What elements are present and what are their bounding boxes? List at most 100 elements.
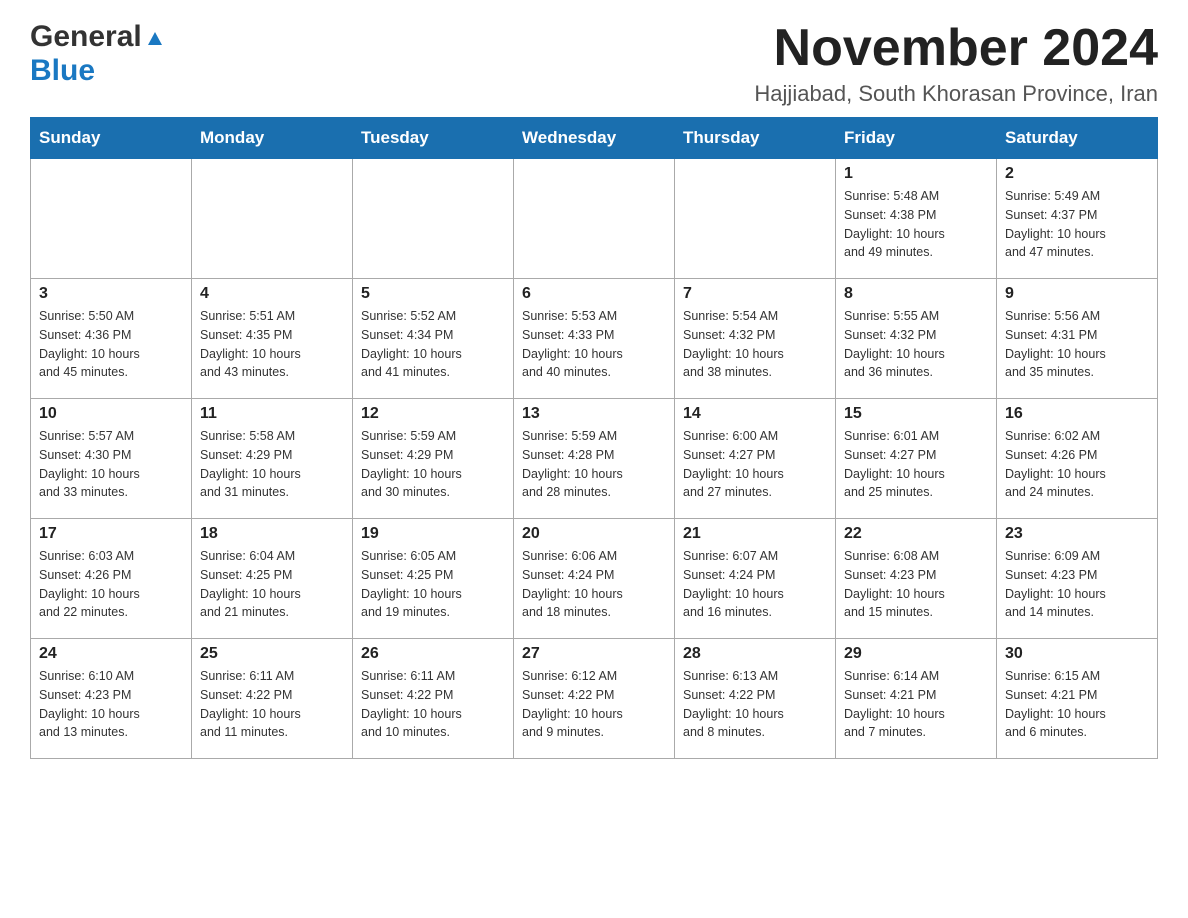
- day-number: 29: [844, 645, 988, 663]
- day-number: 4: [200, 285, 344, 303]
- day-info: Sunrise: 5:48 AM Sunset: 4:38 PM Dayligh…: [844, 187, 988, 262]
- day-info: Sunrise: 6:05 AM Sunset: 4:25 PM Dayligh…: [361, 547, 505, 622]
- day-info: Sunrise: 6:12 AM Sunset: 4:22 PM Dayligh…: [522, 667, 666, 742]
- day-info: Sunrise: 6:04 AM Sunset: 4:25 PM Dayligh…: [200, 547, 344, 622]
- day-number: 8: [844, 285, 988, 303]
- day-info: Sunrise: 6:01 AM Sunset: 4:27 PM Dayligh…: [844, 427, 988, 502]
- calendar-cell: 27 Sunrise: 6:12 AM Sunset: 4:22 PM Dayli…: [514, 639, 675, 759]
- day-info: Sunrise: 6:09 AM Sunset: 4:23 PM Dayligh…: [1005, 547, 1149, 622]
- col-friday: Friday: [836, 118, 997, 159]
- calendar-week-row: 3Sunrise: 5:50 AM Sunset: 4:36 PM Daylig…: [31, 279, 1158, 399]
- day-info: Sunrise: 5:59 AM Sunset: 4:28 PM Dayligh…: [522, 427, 666, 502]
- day-info: Sunrise: 5:57 AM Sunset: 4:30 PM Dayligh…: [39, 427, 183, 502]
- day-number: 20: [522, 525, 666, 543]
- calendar-cell: 13 Sunrise: 5:59 AM Sunset: 4:28 PM Dayli…: [514, 399, 675, 519]
- day-info: Sunrise: 5:56 AM Sunset: 4:31 PM Dayligh…: [1005, 307, 1149, 382]
- calendar-cell: 25Sunrise: 6:11 AM Sunset: 4:22 PM Dayli…: [192, 639, 353, 759]
- day-number: 16: [1005, 405, 1149, 423]
- day-info: Sunrise: 5:55 AM Sunset: 4:32 PM Dayligh…: [844, 307, 988, 382]
- calendar-cell: 24Sunrise: 6:10 AM Sunset: 4:23 PM Dayli…: [31, 639, 192, 759]
- calendar-cell: 6Sunrise: 5:53 AM Sunset: 4:33 PM Daylig…: [514, 279, 675, 399]
- calendar-week-row: 24Sunrise: 6:10 AM Sunset: 4:23 PM Dayli…: [31, 639, 1158, 759]
- day-number: 12: [361, 405, 505, 423]
- day-number: 3: [39, 285, 183, 303]
- calendar-cell: 23 Sunrise: 6:09 AM Sunset: 4:23 PM Dayli…: [997, 519, 1158, 639]
- calendar-cell: 18 Sunrise: 6:04 AM Sunset: 4:25 PM Dayli…: [192, 519, 353, 639]
- day-info: Sunrise: 5:49 AM Sunset: 4:37 PM Dayligh…: [1005, 187, 1149, 262]
- calendar-cell: 30 Sunrise: 6:15 AM Sunset: 4:21 PM Dayli…: [997, 639, 1158, 759]
- calendar-cell: 12 Sunrise: 5:59 AM Sunset: 4:29 PM Dayli…: [353, 399, 514, 519]
- day-number: 10: [39, 405, 183, 423]
- col-saturday: Saturday: [997, 118, 1158, 159]
- day-number: 21: [683, 525, 827, 543]
- calendar-cell: 26Sunrise: 6:11 AM Sunset: 4:22 PM Dayli…: [353, 639, 514, 759]
- header-row: Sunday Monday Tuesday Wednesday Thursday…: [31, 118, 1158, 159]
- day-number: 19: [361, 525, 505, 543]
- day-info: Sunrise: 6:06 AM Sunset: 4:24 PM Dayligh…: [522, 547, 666, 622]
- col-sunday: Sunday: [31, 118, 192, 159]
- col-thursday: Thursday: [675, 118, 836, 159]
- calendar-cell: 14Sunrise: 6:00 AM Sunset: 4:27 PM Dayli…: [675, 399, 836, 519]
- day-info: Sunrise: 5:53 AM Sunset: 4:33 PM Dayligh…: [522, 307, 666, 382]
- month-title: November 2024: [754, 20, 1158, 77]
- col-wednesday: Wednesday: [514, 118, 675, 159]
- logo: General Blue: [30, 20, 166, 88]
- day-number: 24: [39, 645, 183, 663]
- day-info: Sunrise: 5:58 AM Sunset: 4:29 PM Dayligh…: [200, 427, 344, 502]
- day-info: Sunrise: 5:51 AM Sunset: 4:35 PM Dayligh…: [200, 307, 344, 382]
- day-number: 5: [361, 285, 505, 303]
- col-monday: Monday: [192, 118, 353, 159]
- col-tuesday: Tuesday: [353, 118, 514, 159]
- day-number: 23: [1005, 525, 1149, 543]
- calendar-cell: 19 Sunrise: 6:05 AM Sunset: 4:25 PM Dayli…: [353, 519, 514, 639]
- day-info: Sunrise: 6:00 AM Sunset: 4:27 PM Dayligh…: [683, 427, 827, 502]
- logo-general: General: [30, 20, 142, 54]
- calendar-cell: 15 Sunrise: 6:01 AM Sunset: 4:27 PM Dayli…: [836, 399, 997, 519]
- calendar-cell: 21Sunrise: 6:07 AM Sunset: 4:24 PM Dayli…: [675, 519, 836, 639]
- day-number: 9: [1005, 285, 1149, 303]
- calendar-cell: 20 Sunrise: 6:06 AM Sunset: 4:24 PM Dayli…: [514, 519, 675, 639]
- calendar-cell: [31, 159, 192, 279]
- title-area: November 2024 Hajjiabad, South Khorasan …: [754, 20, 1158, 107]
- calendar-cell: [353, 159, 514, 279]
- day-info: Sunrise: 5:52 AM Sunset: 4:34 PM Dayligh…: [361, 307, 505, 382]
- day-number: 30: [1005, 645, 1149, 663]
- calendar-table: Sunday Monday Tuesday Wednesday Thursday…: [30, 117, 1158, 759]
- day-info: Sunrise: 5:59 AM Sunset: 4:29 PM Dayligh…: [361, 427, 505, 502]
- day-number: 1: [844, 165, 988, 183]
- logo-blue: Blue: [30, 54, 95, 87]
- calendar-cell: 17 Sunrise: 6:03 AM Sunset: 4:26 PM Dayli…: [31, 519, 192, 639]
- day-info: Sunrise: 6:13 AM Sunset: 4:22 PM Dayligh…: [683, 667, 827, 742]
- day-number: 17: [39, 525, 183, 543]
- day-number: 11: [200, 405, 344, 423]
- calendar-cell: 7Sunrise: 5:54 AM Sunset: 4:32 PM Daylig…: [675, 279, 836, 399]
- day-number: 7: [683, 285, 827, 303]
- calendar-cell: 9 Sunrise: 5:56 AM Sunset: 4:31 PM Daylig…: [997, 279, 1158, 399]
- day-number: 28: [683, 645, 827, 663]
- calendar-cell: 22 Sunrise: 6:08 AM Sunset: 4:23 PM Dayli…: [836, 519, 997, 639]
- day-number: 18: [200, 525, 344, 543]
- calendar-cell: 11 Sunrise: 5:58 AM Sunset: 4:29 PM Dayli…: [192, 399, 353, 519]
- calendar-cell: [675, 159, 836, 279]
- day-number: 15: [844, 405, 988, 423]
- day-number: 2: [1005, 165, 1149, 183]
- calendar-cell: 29 Sunrise: 6:14 AM Sunset: 4:21 PM Dayli…: [836, 639, 997, 759]
- day-info: Sunrise: 6:08 AM Sunset: 4:23 PM Dayligh…: [844, 547, 988, 622]
- calendar-cell: 5 Sunrise: 5:52 AM Sunset: 4:34 PM Daylig…: [353, 279, 514, 399]
- day-number: 27: [522, 645, 666, 663]
- calendar-cell: 4 Sunrise: 5:51 AM Sunset: 4:35 PM Daylig…: [192, 279, 353, 399]
- calendar-cell: 10 Sunrise: 5:57 AM Sunset: 4:30 PM Dayli…: [31, 399, 192, 519]
- day-info: Sunrise: 6:14 AM Sunset: 4:21 PM Dayligh…: [844, 667, 988, 742]
- logo-triangle-icon: [144, 27, 166, 49]
- day-info: Sunrise: 6:03 AM Sunset: 4:26 PM Dayligh…: [39, 547, 183, 622]
- day-number: 22: [844, 525, 988, 543]
- calendar-cell: [514, 159, 675, 279]
- day-info: Sunrise: 6:11 AM Sunset: 4:22 PM Dayligh…: [361, 667, 505, 742]
- calendar-cell: 16 Sunrise: 6:02 AM Sunset: 4:26 PM Dayli…: [997, 399, 1158, 519]
- day-info: Sunrise: 6:02 AM Sunset: 4:26 PM Dayligh…: [1005, 427, 1149, 502]
- day-number: 25: [200, 645, 344, 663]
- day-info: Sunrise: 6:15 AM Sunset: 4:21 PM Dayligh…: [1005, 667, 1149, 742]
- header: General Blue November 2024 Hajjiabad, So…: [30, 20, 1158, 107]
- day-number: 13: [522, 405, 666, 423]
- calendar-week-row: 10 Sunrise: 5:57 AM Sunset: 4:30 PM Dayli…: [31, 399, 1158, 519]
